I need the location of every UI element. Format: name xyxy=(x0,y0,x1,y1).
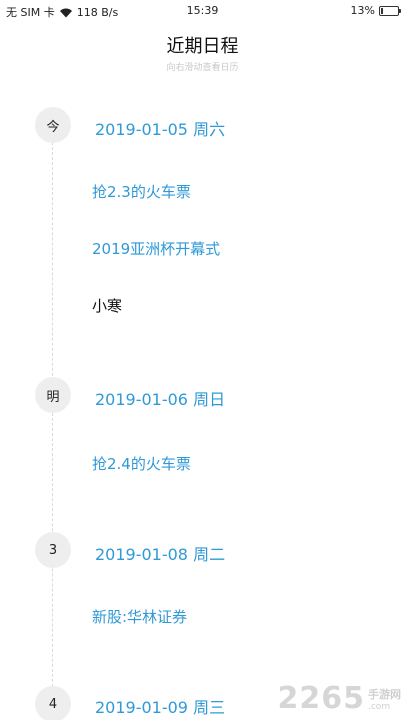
battery-icon xyxy=(379,5,401,16)
battery-fill xyxy=(381,7,383,14)
watermark-number: 2265 xyxy=(277,681,365,716)
event-item[interactable]: 抢2.3的火车票 xyxy=(92,181,191,202)
watermark-cn: 手游网 xyxy=(368,688,401,701)
watermark-domain: .com xyxy=(368,702,391,712)
day-marker-today: 今 xyxy=(35,107,71,143)
page-title: 近期日程 xyxy=(166,36,239,57)
day-date-0[interactable]: 2019-01-05 周六 xyxy=(95,116,225,140)
page-subtitle: 向右滑动查看日历 xyxy=(166,63,239,73)
screen: 无 SIM 卡 118 B/s 15:39 13% 近期日程 向右滑动查看日历 … xyxy=(0,0,405,720)
day-marker-3: 3 xyxy=(35,532,71,568)
battery-percent: 13% xyxy=(350,4,375,17)
event-item[interactable]: 抢2.4的火车票 xyxy=(92,453,191,474)
watermark: 2265 手游网 .com xyxy=(278,681,402,716)
watermark-side: 手游网 .com xyxy=(368,686,401,712)
day-date-2[interactable]: 2019-01-08 周二 xyxy=(95,541,225,565)
event-item[interactable]: 2019亚洲杯开幕式 xyxy=(92,238,220,259)
event-item[interactable]: 新股:华林证券 xyxy=(92,606,187,627)
event-item[interactable]: 小寒 xyxy=(92,295,122,316)
day-date-1[interactable]: 2019-01-06 周日 xyxy=(95,386,225,410)
status-time: 15:39 xyxy=(186,4,219,17)
status-bar: 无 SIM 卡 118 B/s 15:39 13% xyxy=(0,0,405,22)
status-right: 13% xyxy=(350,4,401,17)
day-marker-tomorrow: 明 xyxy=(35,377,71,413)
timeline-line xyxy=(52,142,53,720)
day-date-3[interactable]: 2019-01-09 周三 xyxy=(95,694,225,718)
day-marker-4: 4 xyxy=(35,686,71,720)
